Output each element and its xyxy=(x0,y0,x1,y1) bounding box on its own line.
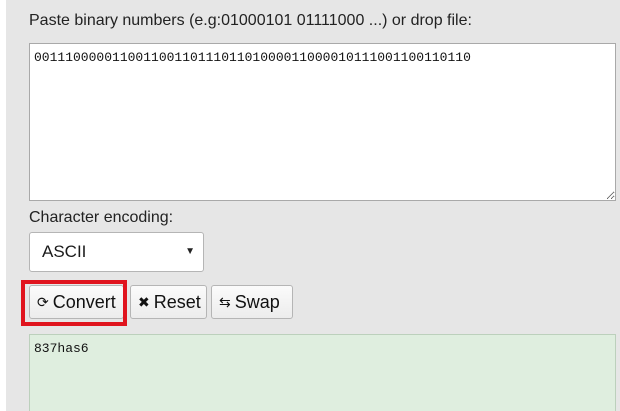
x-icon: ✖ xyxy=(138,294,150,310)
character-encoding-select[interactable]: ASCII ▼ xyxy=(29,232,204,272)
reset-button-label: Reset xyxy=(153,292,201,312)
refresh-icon: ⟳ xyxy=(37,294,49,310)
convert-button[interactable]: ⟳ Convert xyxy=(29,285,124,319)
binary-input-label: Paste binary numbers (e.g:01000101 01111… xyxy=(29,12,472,29)
reset-button[interactable]: ✖ Reset xyxy=(130,285,207,319)
character-encoding-value: ASCII xyxy=(42,242,87,261)
swap-arrows-icon: ⇆ xyxy=(219,294,231,310)
swap-button[interactable]: ⇆ Swap xyxy=(211,285,293,319)
convert-button-label: Convert xyxy=(52,292,116,312)
swap-button-label: Swap xyxy=(234,292,280,312)
character-encoding-label: Character encoding: xyxy=(29,209,174,226)
binary-input-textarea[interactable]: 0011100000110011001101110110100001100001… xyxy=(29,43,616,201)
text-output-area[interactable]: 837has6 xyxy=(29,334,616,411)
dropdown-arrow-icon: ▼ xyxy=(185,246,195,257)
